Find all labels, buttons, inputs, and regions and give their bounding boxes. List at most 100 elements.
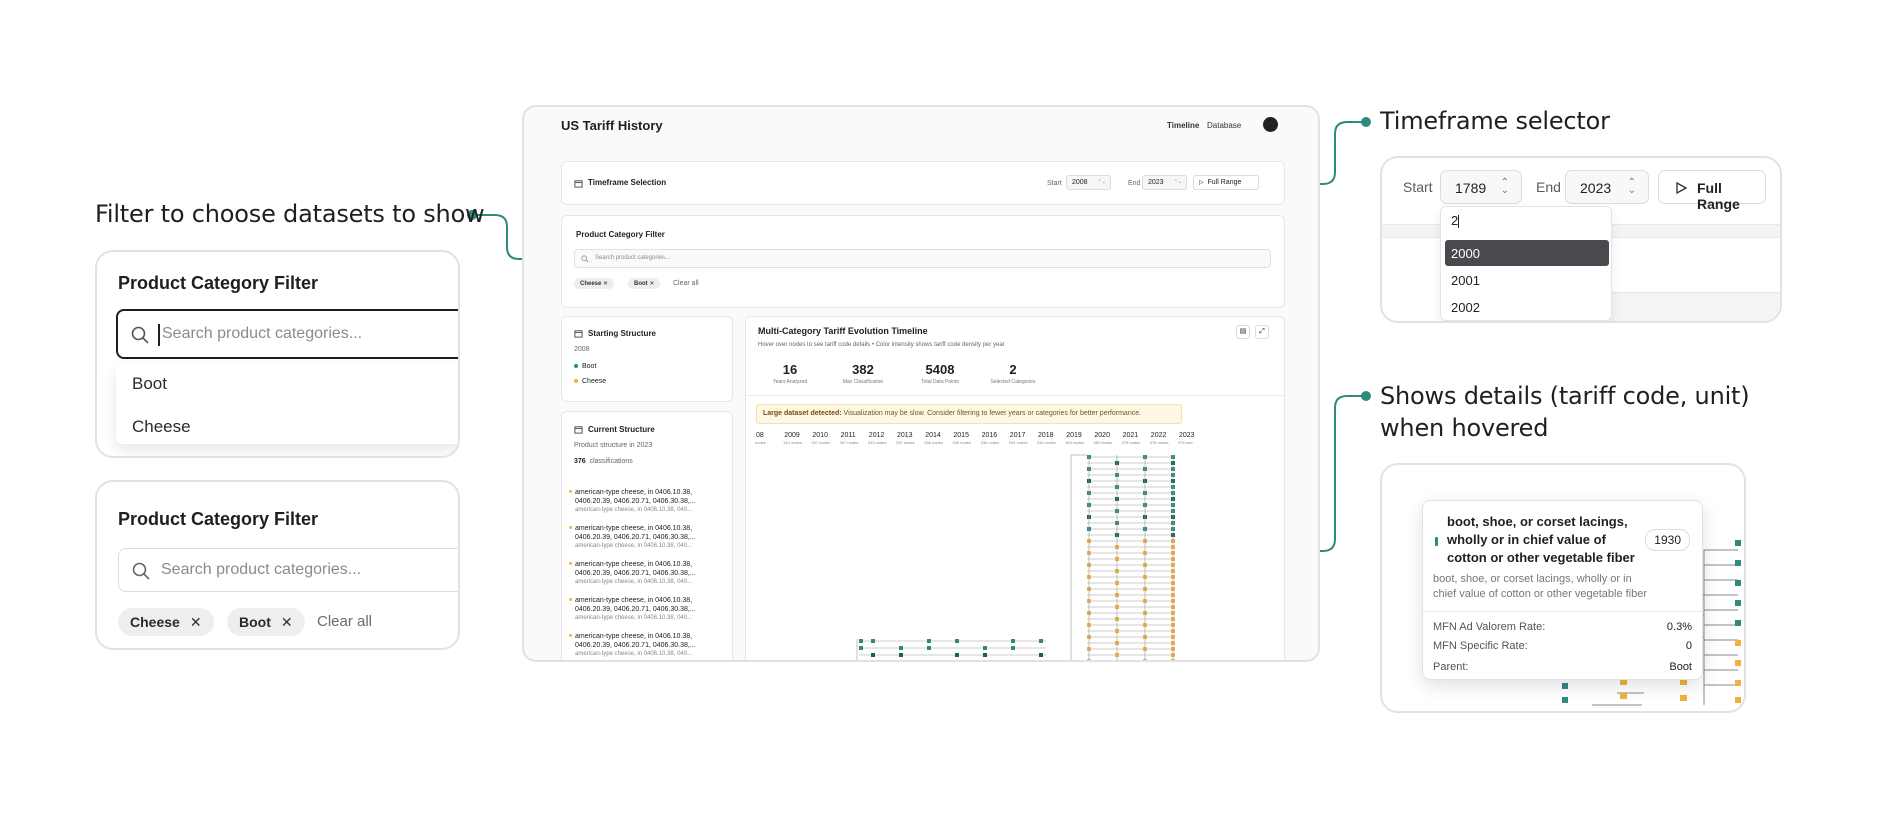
search-placeholder: Search product categories... bbox=[595, 255, 671, 261]
ad-valorem-row: MFN Ad Valorem Rate: 0.3% bbox=[1433, 621, 1692, 633]
tree-node[interactable] bbox=[1011, 639, 1015, 643]
list-item[interactable]: american-type cheese, in 0406.10.38, 0406… bbox=[569, 632, 710, 659]
close-icon[interactable]: ✕ bbox=[190, 614, 202, 630]
tree-node[interactable] bbox=[1039, 660, 1043, 662]
full-range-button[interactable]: ▷ Full Range bbox=[1193, 175, 1259, 190]
tree-node[interactable] bbox=[927, 660, 931, 662]
legend-dot bbox=[574, 364, 578, 369]
tree-node[interactable] bbox=[983, 646, 987, 650]
avatar[interactable] bbox=[1263, 117, 1278, 132]
callout-details-line1: Shows details (tariff code, unit) bbox=[1380, 382, 1750, 410]
filter-zoom-placeholder: Search product categories... bbox=[162, 325, 363, 342]
tooltip-description: boot, shoe, or corset lacings, wholly or… bbox=[1433, 573, 1648, 600]
tree-node[interactable] bbox=[871, 639, 875, 643]
app-window: US Tariff History Timeline Database Time… bbox=[522, 105, 1320, 662]
full-range-button[interactable]: Full Range bbox=[1658, 170, 1766, 212]
list-item[interactable]: american-type cheese, in 0406.10.38, 0406… bbox=[569, 596, 710, 623]
year-option-2002[interactable]: 2002 bbox=[1451, 300, 1480, 315]
filter-title: Product Category Filter bbox=[576, 230, 665, 239]
typed-input[interactable]: 2 bbox=[1451, 213, 1460, 229]
tree-node[interactable] bbox=[859, 660, 863, 662]
clear-all-link[interactable]: Clear all bbox=[317, 613, 372, 630]
nav-database[interactable]: Database bbox=[1207, 121, 1241, 130]
specific-rate-row: MFN Specific Rate: 0 bbox=[1433, 640, 1692, 652]
tree-node[interactable] bbox=[983, 653, 987, 657]
chip-cheese[interactable]: Cheese ✕ bbox=[574, 278, 615, 289]
close-icon[interactable]: ✕ bbox=[603, 281, 608, 287]
list-item[interactable]: american-type cheese, in 0406.10.38, 0406… bbox=[569, 524, 710, 551]
tree-node[interactable] bbox=[1039, 639, 1043, 643]
dropdown-option-cheese[interactable]: Cheese bbox=[132, 417, 191, 437]
parent-row: Parent: Boot bbox=[1433, 661, 1692, 673]
filter-panel: Product Category Filter Search product c… bbox=[561, 215, 1285, 308]
timeframe-zoom-card: Start 1789 ⌃ ⌄ End 2023 ⌃ ⌄ Full Range 2 2… bbox=[1380, 156, 1782, 323]
chip-boot[interactable]: Boot ✕ bbox=[628, 278, 661, 289]
search-icon bbox=[132, 562, 150, 580]
filter-zoom-chips-search-input[interactable]: Search product categories... bbox=[118, 548, 458, 592]
timeframe-title: Timeframe Selection bbox=[588, 178, 667, 187]
end-label: End bbox=[1128, 180, 1141, 187]
current-structure-title: Current Structure bbox=[588, 425, 655, 434]
starting-year: 2008 bbox=[574, 346, 590, 353]
tree-node[interactable] bbox=[955, 653, 959, 657]
nav-timeline[interactable]: Timeline bbox=[1167, 121, 1199, 130]
end-year-value: 2023 bbox=[1580, 180, 1612, 196]
tree-node[interactable] bbox=[1011, 646, 1015, 650]
end-year-select[interactable]: 2023 ⌃ ⌄ bbox=[1565, 170, 1649, 204]
chip-boot-label: Boot bbox=[239, 614, 271, 630]
callout-filter: Filter to choose datasets to show bbox=[95, 200, 485, 228]
filter-zoom-chips-card: Product Category Filter Search product c… bbox=[95, 480, 460, 650]
category-color-bar bbox=[1435, 537, 1438, 546]
year-option-2000[interactable]: 2000 bbox=[1445, 240, 1609, 266]
year-option-2001[interactable]: 2001 bbox=[1451, 273, 1480, 288]
filter-zoom-dropdown: Boot Cheese bbox=[116, 364, 458, 444]
starting-structure-title: Starting Structure bbox=[588, 329, 657, 338]
tree-node[interactable] bbox=[899, 646, 903, 650]
tooltip-title: boot, shoe, or corset lacings, wholly or… bbox=[1447, 514, 1635, 565]
clear-all-link[interactable]: Clear all bbox=[673, 280, 699, 287]
classification-count: 376 classifications bbox=[574, 458, 633, 465]
tree-node[interactable] bbox=[1039, 653, 1043, 657]
start-year-select[interactable]: 1789 ⌃ ⌄ bbox=[1440, 170, 1522, 204]
tree-node[interactable] bbox=[871, 660, 875, 662]
chip-boot[interactable]: Boot ✕ bbox=[227, 608, 305, 636]
start-year-select[interactable]: 2008 ⌃⌄ bbox=[1066, 175, 1111, 190]
calendar-icon bbox=[574, 426, 583, 434]
filter-zoom-search-input[interactable]: Search product categories... bbox=[116, 309, 458, 359]
chip-cheese[interactable]: Cheese ✕ bbox=[118, 608, 214, 636]
callout-details-line2: when hovered bbox=[1380, 414, 1549, 442]
timeline-tree bbox=[856, 454, 1175, 662]
tree-node[interactable] bbox=[871, 653, 875, 657]
search-input[interactable]: Search product categories... bbox=[574, 249, 1271, 268]
tree-node[interactable] bbox=[955, 639, 959, 643]
start-label: Start bbox=[1403, 179, 1433, 195]
app-title: US Tariff History bbox=[561, 118, 663, 133]
tree-node[interactable] bbox=[859, 639, 863, 643]
end-year-select[interactable]: 2023 ⌃⌄ bbox=[1142, 175, 1187, 190]
current-structure-subtitle: Product structure in 2023 bbox=[574, 442, 653, 449]
filter-zoom-title: Product Category Filter bbox=[118, 273, 319, 293]
tree-node[interactable] bbox=[955, 660, 959, 662]
play-icon: ▷ bbox=[1199, 180, 1204, 186]
tree-node[interactable] bbox=[899, 653, 903, 657]
dropdown-option-boot[interactable]: Boot bbox=[132, 374, 167, 394]
list-item[interactable]: american-type cheese, in 0406.10.38, 0406… bbox=[569, 560, 710, 587]
chevron-updown-icon: ⌃ ⌄ bbox=[1500, 177, 1509, 196]
year-options-list: 2 2000 2001 2002 bbox=[1440, 206, 1612, 321]
start-label: Start bbox=[1047, 180, 1062, 187]
timeline-panel: Multi-Category Tariff Evolution Timeline… bbox=[745, 316, 1286, 662]
tree-node[interactable] bbox=[1011, 660, 1015, 662]
text-caret bbox=[158, 324, 160, 346]
close-icon[interactable]: ✕ bbox=[281, 614, 293, 630]
tree-node[interactable] bbox=[927, 639, 931, 643]
callout-timeframe: Timeframe selector bbox=[1380, 107, 1610, 135]
play-icon bbox=[1676, 182, 1687, 194]
tree-node[interactable] bbox=[927, 646, 931, 650]
start-year-value: 1789 bbox=[1455, 180, 1487, 196]
callout-details: Shows details (tariff code, unit) when h… bbox=[1380, 380, 1750, 444]
search-icon bbox=[131, 326, 149, 344]
tree-node[interactable] bbox=[859, 646, 863, 650]
background-row bbox=[1582, 292, 1780, 321]
list-item[interactable]: american-type cheese, in 0406.10.38, 0406… bbox=[569, 488, 710, 515]
close-icon[interactable]: ✕ bbox=[649, 281, 654, 287]
